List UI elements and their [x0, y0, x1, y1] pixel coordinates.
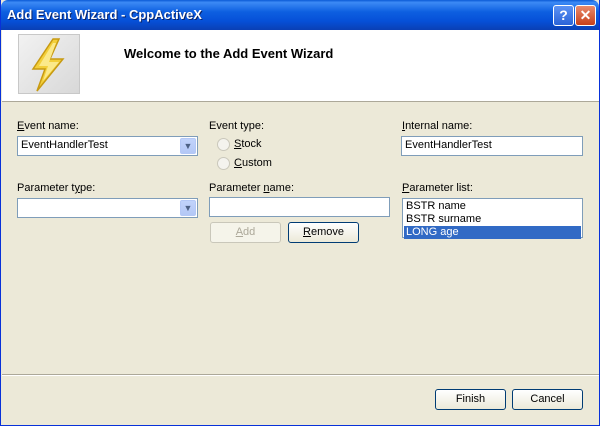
- close-button[interactable]: ✕: [575, 5, 596, 26]
- event-name-value: EventHandlerTest: [21, 139, 108, 151]
- chevron-down-icon[interactable]: ▼: [180, 138, 196, 154]
- event-name-combobox[interactable]: EventHandlerTest ▼: [17, 136, 198, 156]
- parameter-list-label: Parameter list:: [402, 182, 473, 194]
- list-item[interactable]: LONG age: [404, 226, 581, 239]
- parameter-name-field[interactable]: [209, 197, 390, 217]
- list-item[interactable]: BSTR name: [404, 200, 581, 213]
- internal-name-label: Internal name:: [402, 120, 473, 132]
- internal-name-value: EventHandlerTest: [405, 139, 492, 151]
- lightning-bolt-icon: [18, 34, 80, 94]
- internal-name-field[interactable]: EventHandlerTest: [401, 136, 583, 156]
- help-icon: ?: [559, 7, 568, 23]
- add-button[interactable]: Add: [210, 222, 281, 243]
- wizard-heading: Welcome to the Add Event Wizard: [124, 46, 334, 61]
- parameter-type-combobox[interactable]: ▼: [17, 198, 198, 218]
- close-icon: ✕: [579, 7, 592, 23]
- help-button[interactable]: ?: [553, 5, 574, 26]
- event-type-label: Event type:: [209, 120, 265, 132]
- window-title: Add Event Wizard - CppActiveX: [7, 7, 202, 22]
- list-item[interactable]: BSTR surname: [404, 213, 581, 226]
- parameter-name-label: Parameter name:: [209, 182, 295, 194]
- footer-separator: [2, 374, 599, 376]
- cancel-button[interactable]: Cancel: [512, 389, 583, 410]
- title-bar: Add Event Wizard - CppActiveX ? ✕: [1, 0, 599, 30]
- custom-radio-label: Custom: [234, 157, 272, 169]
- chevron-down-icon[interactable]: ▼: [180, 200, 196, 216]
- add-event-wizard-window: Add Event Wizard - CppActiveX ? ✕ Welcom…: [0, 0, 600, 426]
- finish-button[interactable]: Finish: [435, 389, 506, 410]
- parameter-type-label: Parameter type:: [17, 182, 96, 194]
- parameter-list[interactable]: BSTR name BSTR surname LONG age: [402, 198, 583, 239]
- stock-radio[interactable]: [217, 138, 230, 151]
- stock-radio-label: Stock: [234, 138, 262, 150]
- custom-radio[interactable]: [217, 157, 230, 170]
- wizard-banner: Welcome to the Add Event Wizard: [2, 30, 599, 102]
- remove-button[interactable]: Remove: [288, 222, 359, 243]
- event-name-label: Event name:: [17, 120, 79, 132]
